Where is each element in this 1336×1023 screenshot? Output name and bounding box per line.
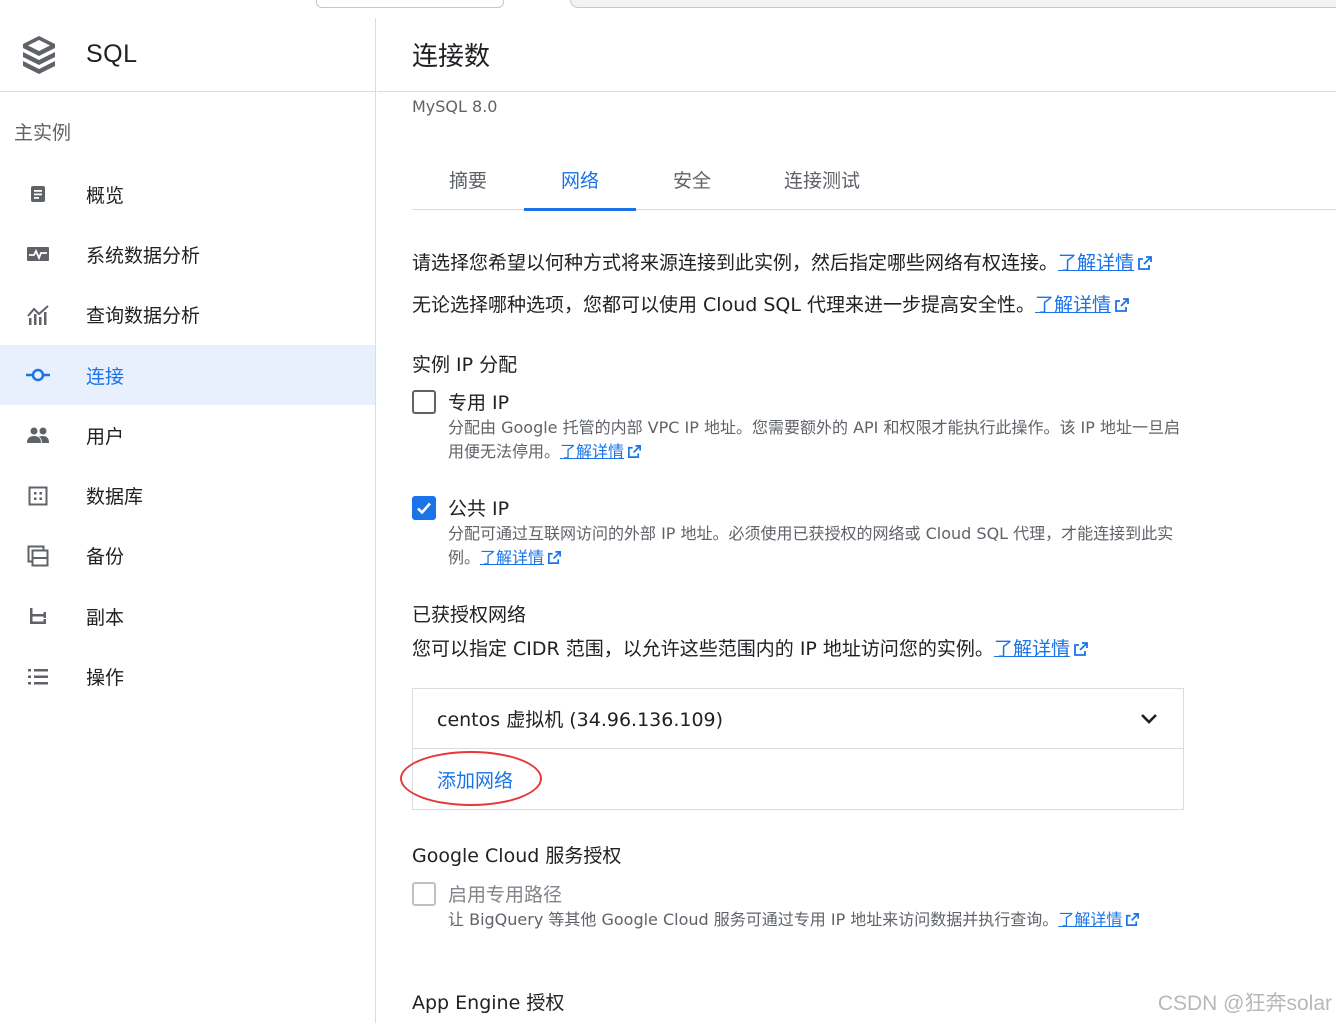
- add-network-button[interactable]: 添加网络: [437, 766, 513, 793]
- learn-more-link[interactable]: 了解详情: [1035, 294, 1111, 316]
- browser-tab-fragment[interactable]: [316, 0, 504, 8]
- private-ip-description: 分配由 Google 托管的内部 VPC IP 地址。您需要额外的 API 和权…: [448, 416, 1188, 464]
- private-path-desc-text: 让 BigQuery 等其他 Google Cloud 服务可通过专用 IP 地…: [448, 910, 1059, 929]
- public-ip-checkbox[interactable]: [412, 495, 436, 520]
- replicas-icon: [25, 603, 51, 629]
- learn-more-link[interactable]: 了解详情: [1058, 252, 1134, 274]
- sidebar-item-label: 备份: [86, 546, 125, 569]
- sidebar-item-backups[interactable]: 备份: [0, 526, 375, 586]
- tab-bar: 摘要 网络 安全 连接测试: [412, 148, 1336, 211]
- sidebar-item-connections[interactable]: 连接: [0, 344, 375, 406]
- public-ip-option: 公共 IP: [412, 494, 509, 521]
- add-network-row: 添加网络: [400, 749, 1183, 809]
- checkmark-icon: [417, 502, 431, 514]
- sidebar-item-overview[interactable]: 概览: [0, 164, 375, 224]
- browser-address-bar-fragment[interactable]: [570, 0, 1336, 8]
- sidebar-item-label: 概览: [86, 184, 125, 207]
- sidebar-item-databases[interactable]: 数据库: [0, 465, 375, 525]
- main-content: 连接数 MySQL 8.0 摘要 网络 安全 连接测试 请选择您希望以何种方式将…: [377, 18, 1336, 1023]
- tab-connectivity-test[interactable]: 连接测试: [748, 148, 896, 210]
- private-ip-desc-text: 分配由 Google 托管的内部 VPC IP 地址。您需要额外的 API 和权…: [448, 418, 1181, 461]
- tab-summary[interactable]: 摘要: [412, 148, 524, 210]
- learn-more-link[interactable]: 了解详情: [560, 442, 624, 461]
- network-row[interactable]: centos 虚拟机 (34.96.136.109): [413, 689, 1183, 749]
- tab-networking[interactable]: 网络: [524, 148, 636, 211]
- private-path-option: 启用专用路径: [412, 880, 562, 907]
- sidebar-item-label: 系统数据分析: [86, 244, 201, 267]
- sidebar-item-label: 查询数据分析: [86, 305, 201, 328]
- sidebar-item-label: 连接: [86, 365, 125, 388]
- sidebar-item-label: 用户: [86, 425, 125, 448]
- network-name: centos 虚拟机 (34.96.136.109): [437, 709, 724, 731]
- product-title: SQL: [86, 40, 138, 68]
- authorized-networks-description: 您可以指定 CIDR 范围，以允许这些范围内的 IP 地址访问您的实例。了解详情: [412, 634, 1089, 661]
- dashboard-icon: [25, 181, 51, 207]
- sidebar-item-label: 副本: [86, 606, 125, 629]
- external-link-icon: [1074, 642, 1088, 656]
- browser-top-strip: [0, 0, 1336, 12]
- watermark: CSDN @狂奔solar: [1157, 992, 1332, 1015]
- page-header: 连接数: [377, 18, 1336, 92]
- monitoring-icon: [25, 241, 51, 267]
- db-version: MySQL 8.0: [412, 97, 498, 116]
- external-link-icon: [1115, 298, 1129, 312]
- product-header: SQL: [0, 18, 375, 92]
- authorized-networks-desc-text: 您可以指定 CIDR 范围，以允许这些范围内的 IP 地址访问您的实例。: [412, 638, 994, 660]
- database-icon: [25, 483, 51, 509]
- intro-line-1: 请选择您希望以何种方式将来源连接到此实例，然后指定哪些网络有权连接。了解详情: [412, 248, 1153, 275]
- sidebar: SQL 主实例 概览 系统数据分析 查询数据分析 连接 用户 数据库 备份 副本…: [0, 18, 376, 1023]
- private-path-label: 启用专用路径: [448, 884, 563, 906]
- external-link-icon: [1126, 913, 1140, 926]
- insights-icon: [25, 302, 51, 328]
- sidebar-item-label: 操作: [86, 667, 125, 690]
- sidebar-item-system-insights[interactable]: 系统数据分析: [0, 224, 375, 284]
- backup-icon: [25, 543, 51, 569]
- external-link-icon: [548, 551, 561, 564]
- external-link-icon: [1138, 256, 1152, 270]
- sidebar-item-query-insights[interactable]: 查询数据分析: [0, 285, 375, 345]
- app-engine-heading: App Engine 授权: [412, 992, 565, 1014]
- gc-services-heading: Google Cloud 服务授权: [412, 845, 622, 867]
- private-ip-label: 专用 IP: [448, 392, 510, 414]
- private-ip-checkbox[interactable]: [412, 389, 436, 414]
- tab-security[interactable]: 安全: [636, 148, 748, 210]
- learn-more-link[interactable]: 了解详情: [480, 548, 544, 567]
- page-title: 连接数: [412, 42, 491, 72]
- private-path-checkbox[interactable]: [412, 881, 436, 906]
- section-label-primary-instance: 主实例: [14, 122, 72, 144]
- private-path-description: 让 BigQuery 等其他 Google Cloud 服务可通过专用 IP 地…: [448, 908, 1188, 932]
- sidebar-item-operations[interactable]: 操作: [0, 646, 375, 706]
- private-ip-option: 专用 IP: [412, 388, 509, 415]
- public-ip-label: 公共 IP: [448, 498, 510, 520]
- sidebar-item-replicas[interactable]: 副本: [0, 586, 375, 646]
- connections-icon: [25, 362, 51, 388]
- ip-assignment-heading: 实例 IP 分配: [412, 354, 518, 376]
- learn-more-link[interactable]: 了解详情: [994, 638, 1070, 660]
- authorized-networks-heading: 已获授权网络: [412, 604, 527, 626]
- learn-more-link[interactable]: 了解详情: [1058, 910, 1122, 929]
- intro-line-2: 无论选择哪种选项，您都可以使用 Cloud SQL 代理来进一步提高安全性。了解…: [412, 290, 1130, 317]
- sidebar-item-label: 数据库: [86, 486, 144, 509]
- operations-icon: [25, 664, 51, 690]
- chevron-down-icon[interactable]: [1137, 707, 1161, 731]
- users-icon: [25, 422, 51, 448]
- intro-text-1: 请选择您希望以何种方式将来源连接到此实例，然后指定哪些网络有权连接。: [412, 252, 1059, 274]
- intro-text-2: 无论选择哪种选项，您都可以使用 Cloud SQL 代理来进一步提高安全性。: [412, 294, 1035, 316]
- sidebar-item-users[interactable]: 用户: [0, 405, 375, 465]
- public-ip-description: 分配可通过互联网访问的外部 IP 地址。必须使用已获授权的网络或 Cloud S…: [448, 522, 1188, 570]
- external-link-icon: [628, 445, 641, 458]
- cloud-sql-logo-icon: [19, 32, 59, 78]
- authorized-networks-list: centos 虚拟机 (34.96.136.109) 添加网络: [400, 688, 1184, 810]
